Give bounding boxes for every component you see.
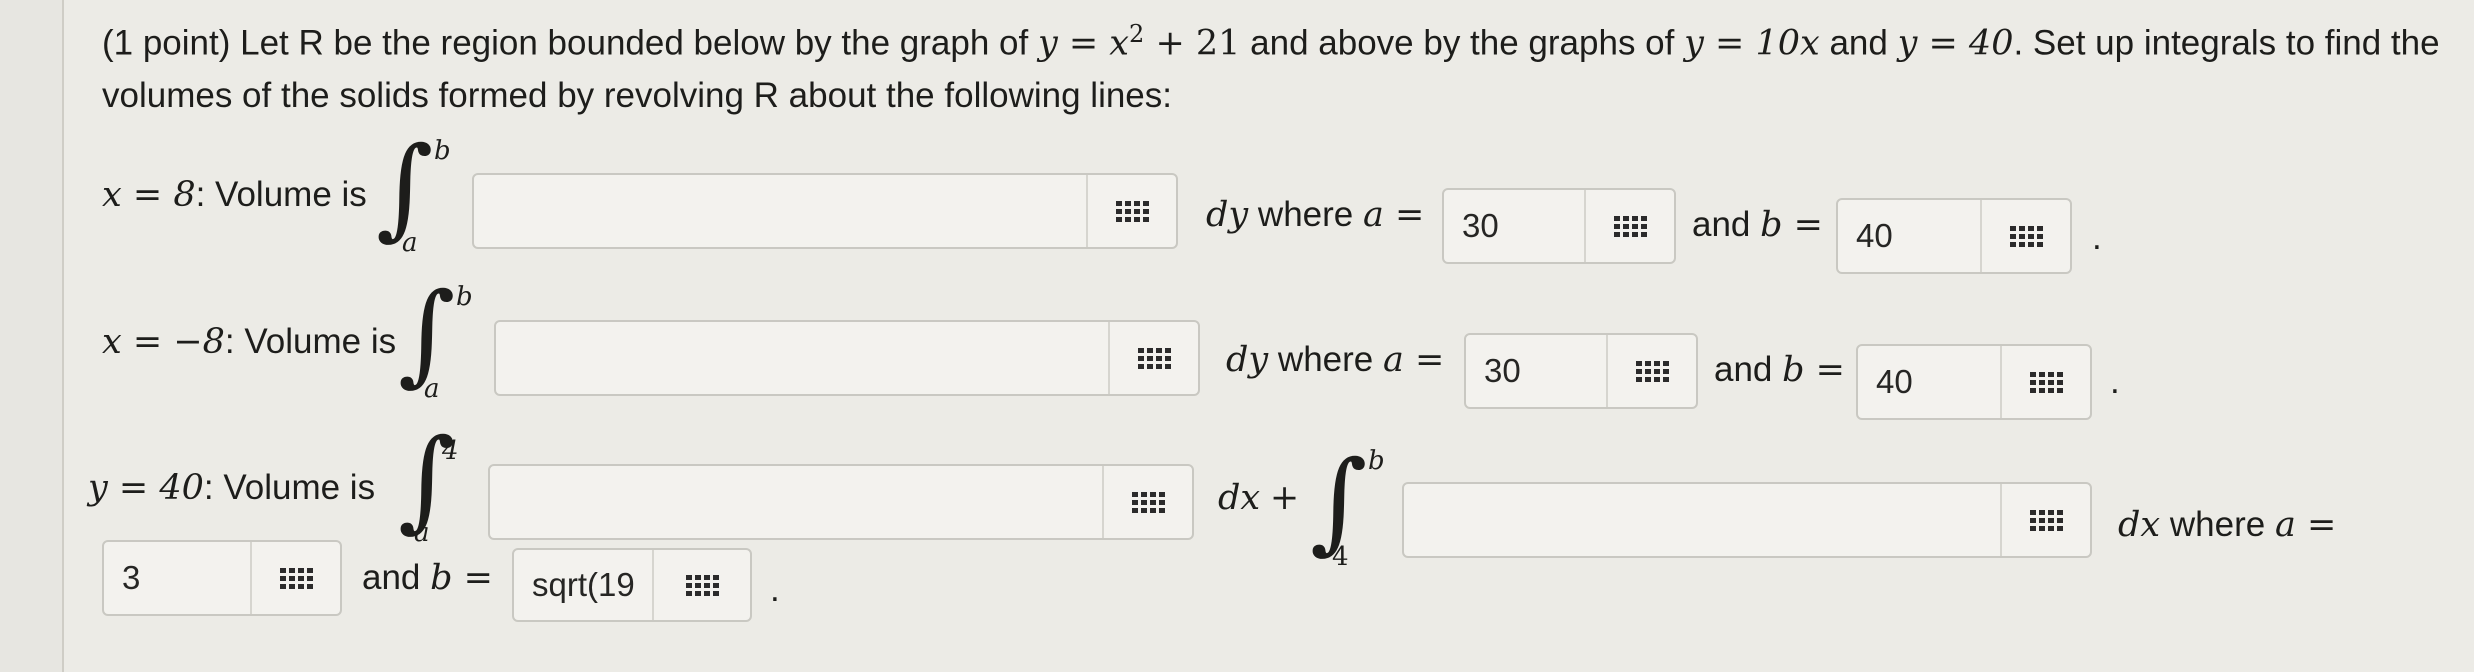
row1-and-text: and b = xyxy=(1692,205,1823,245)
row1-integrand-input[interactable] xyxy=(472,173,1178,249)
problem-statement: (1 point) Let R be the region bounded be… xyxy=(102,20,2440,115)
row2-and-text: and b = xyxy=(1714,350,1845,390)
equation-editor-grid-icon[interactable] xyxy=(1086,175,1176,247)
equation-editor-grid-icon[interactable] xyxy=(1108,322,1198,394)
row3-a-input[interactable]: 3 xyxy=(102,540,342,616)
equation-editor-grid-icon[interactable] xyxy=(2000,484,2090,556)
row3-label: y = 40: Volume is xyxy=(88,468,376,508)
equation-editor-grid-icon[interactable] xyxy=(652,550,750,620)
row3-differential1: dx + xyxy=(1218,478,1300,518)
row2-period: . xyxy=(2110,362,2120,401)
row2-where-text: dy where a = xyxy=(1226,340,1445,380)
row1-b-input[interactable]: 40 xyxy=(1836,198,2072,274)
row1-period: . xyxy=(2092,218,2102,257)
row3-integrand1-input[interactable] xyxy=(488,464,1194,540)
row1-label: x = 8: Volume is xyxy=(102,175,367,215)
row2-integrand-input[interactable] xyxy=(494,320,1200,396)
row3-where-text: dx where a = xyxy=(2118,505,2337,545)
row3-integrand2-input[interactable] xyxy=(1402,482,2092,558)
row1-a-input[interactable]: 30 xyxy=(1442,188,1676,264)
equation-editor-grid-icon[interactable] xyxy=(1980,200,2070,272)
row2-label: x = −8: Volume is xyxy=(102,322,397,362)
row2-a-input[interactable]: 30 xyxy=(1464,333,1698,409)
row3-b-input[interactable]: sqrt(19 xyxy=(512,548,752,622)
row3-period: . xyxy=(770,570,780,609)
equation-editor-grid-icon[interactable] xyxy=(1584,190,1674,262)
row1-where-text: dy where a = xyxy=(1206,195,1425,235)
equation-editor-grid-icon[interactable] xyxy=(1102,466,1192,538)
row2-b-input[interactable]: 40 xyxy=(1856,344,2092,420)
equation-editor-grid-icon[interactable] xyxy=(250,542,340,614)
equation-editor-grid-icon[interactable] xyxy=(1606,335,1696,407)
row3-and-text: and b = xyxy=(362,558,493,598)
equation-editor-grid-icon[interactable] xyxy=(2000,346,2090,418)
